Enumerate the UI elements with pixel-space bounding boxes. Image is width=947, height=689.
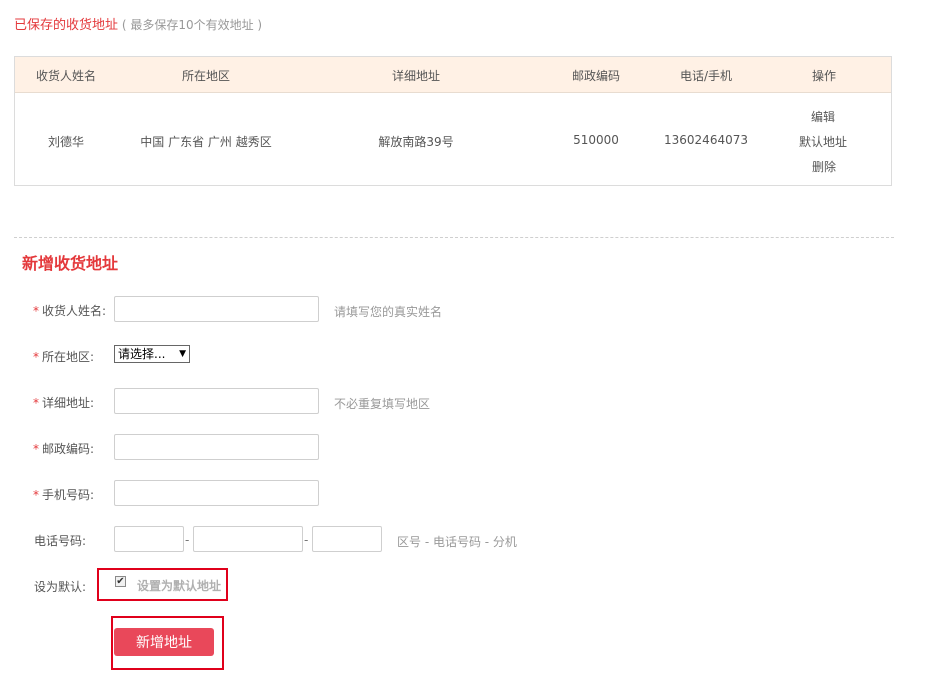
row-name: 刘德华 [47, 135, 85, 149]
address-hint: 不必重复填写地区 [334, 397, 431, 411]
header-postcode: 邮政编码 [571, 69, 621, 83]
required-mark: * [32, 350, 39, 364]
saved-addresses-subtitle: ( 最多保存10个有效地址 ) [121, 18, 263, 32]
mobile-label: * 手机号码: [32, 488, 94, 502]
edit-link[interactable]: 编辑 [811, 108, 835, 125]
required-mark: * [32, 442, 39, 456]
default-address-label: 默认地址 [798, 135, 848, 149]
postcode-input[interactable] [114, 434, 319, 460]
row-region: 中国 广东省 广州 越秀区 [140, 135, 272, 149]
row-phone: 13602464073 [664, 133, 748, 147]
tel-hint: 区号 - 电话号码 - 分机 [397, 535, 517, 549]
row-address: 解放南路39号 [378, 135, 454, 149]
postcode-label: * 邮政编码: [32, 442, 94, 456]
default-label: 设为默认: [34, 580, 87, 594]
table-header: 收货人姓名 所在地区 详细地址 邮政编码 电话/手机 操作 [15, 57, 891, 93]
required-mark: * [32, 488, 39, 502]
header-name: 收货人姓名 [35, 69, 97, 83]
name-label: * 收货人姓名: [32, 304, 106, 318]
name-input[interactable] [114, 296, 319, 322]
default-checkbox[interactable]: ✔ [115, 576, 126, 587]
required-mark: * [32, 396, 39, 410]
default-checkbox-label[interactable]: 设置为默认地址 [137, 577, 221, 594]
saved-addresses-title: 已保存的收货地址 [14, 18, 119, 33]
name-hint: 请填写您的真实姓名 [334, 305, 443, 319]
region-select[interactable]: 请选择... ▼ [114, 345, 190, 363]
add-address-button[interactable]: 新增地址 [114, 628, 214, 656]
tel-label: 电话号码: [34, 534, 87, 548]
tel-area-code-input[interactable] [114, 526, 184, 552]
row-postcode: 510000 [573, 133, 619, 147]
dropdown-arrow-icon: ▼ [179, 349, 186, 359]
tel-extension-input[interactable] [312, 526, 382, 552]
new-address-title: 新增收货地址 [22, 254, 119, 273]
region-select-value: 请选择... [118, 347, 166, 361]
header-address: 详细地址 [391, 69, 441, 83]
delete-link[interactable]: 删除 [812, 158, 836, 175]
section-divider [14, 237, 894, 238]
address-label: * 详细地址: [32, 396, 94, 410]
header-region: 所在地区 [181, 69, 231, 83]
tel-separator: - [304, 533, 309, 547]
header-actions: 操作 [811, 69, 837, 83]
saved-addresses-heading: 已保存的收货地址 ( 最多保存10个有效地址 ) [14, 14, 262, 33]
address-table: 收货人姓名 所在地区 详细地址 邮政编码 电话/手机 操作 刘德华 中国 广东省… [14, 56, 892, 186]
required-mark: * [32, 304, 39, 318]
tel-number-input[interactable] [193, 526, 303, 552]
header-phone: 电话/手机 [679, 69, 733, 83]
address-input[interactable] [114, 388, 319, 414]
mobile-input[interactable] [114, 480, 319, 506]
tel-separator: - [185, 533, 190, 547]
region-label: * 所在地区: [32, 350, 94, 364]
